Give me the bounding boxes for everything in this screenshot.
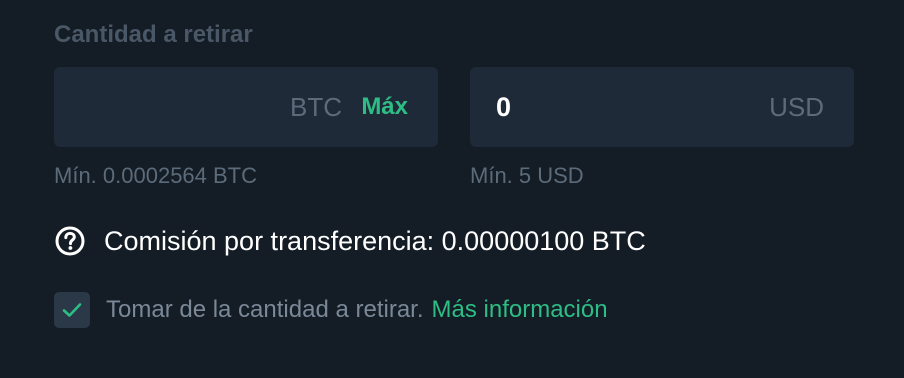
usd-unit-label: USD bbox=[769, 92, 824, 122]
deduct-from-amount-label: Tomar de la cantidad a retirar. bbox=[106, 296, 424, 323]
transfer-fee-row: Comisión por transferencia: 0.00000100 B… bbox=[54, 224, 646, 258]
deduct-from-amount-checkbox[interactable] bbox=[54, 292, 90, 328]
withdraw-panel: Cantidad a retirar BTC Máx USD Mín. 0.00… bbox=[0, 0, 904, 378]
max-button[interactable]: Máx bbox=[361, 67, 408, 147]
check-icon bbox=[62, 303, 82, 317]
more-info-link[interactable]: Más información bbox=[432, 296, 608, 324]
btc-amount-field[interactable]: BTC Máx bbox=[54, 67, 438, 147]
usd-amount-input[interactable] bbox=[496, 67, 736, 147]
transfer-fee-text: Comisión por transferencia: 0.00000100 B… bbox=[104, 226, 646, 256]
usd-minimum-text: Mín. 5 USD bbox=[470, 163, 584, 188]
question-circle-icon[interactable] bbox=[54, 225, 86, 257]
usd-amount-field[interactable]: USD bbox=[470, 67, 854, 147]
btc-minimum-text: Mín. 0.0002564 BTC bbox=[54, 163, 258, 188]
withdraw-amount-label: Cantidad a retirar bbox=[54, 21, 253, 48]
btc-unit-label: BTC bbox=[290, 92, 342, 122]
deduct-from-amount-row: Tomar de la cantidad a retirar. Más info… bbox=[54, 292, 608, 328]
btc-amount-input[interactable] bbox=[80, 67, 280, 147]
